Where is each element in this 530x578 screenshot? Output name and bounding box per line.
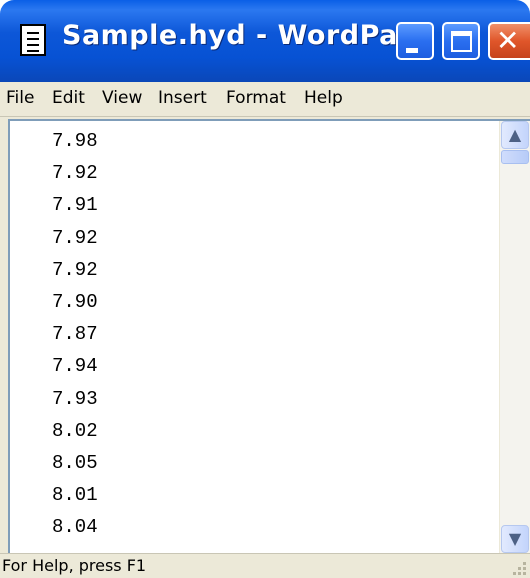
text-line: 7.92 xyxy=(52,162,98,185)
vertical-scrollbar[interactable]: ▲ ▼ xyxy=(499,121,530,553)
menu-edit[interactable]: Edit xyxy=(52,88,85,108)
text-line: 7.87 xyxy=(52,323,98,346)
text-line: 7.93 xyxy=(52,387,98,410)
close-button[interactable]: ✕ xyxy=(488,22,530,60)
menu-bar: File Edit View Insert Format Help xyxy=(0,82,530,117)
maximize-button[interactable] xyxy=(442,22,480,60)
scroll-up-button[interactable]: ▲ xyxy=(501,121,529,149)
minimize-button[interactable] xyxy=(396,22,434,60)
document-text-area[interactable]: 7.98 7.92 7.91 7.92 7.92 7.90 7.87 7.94 … xyxy=(8,119,530,553)
text-line: 8.02 xyxy=(52,419,98,442)
menu-insert[interactable]: Insert xyxy=(158,88,207,108)
window-title: Sample.hyd - WordPad xyxy=(62,20,418,51)
title-bar[interactable]: Sample.hyd - WordPad ✕ xyxy=(0,0,530,82)
text-line: 7.90 xyxy=(52,290,98,313)
status-text: For Help, press F1 xyxy=(2,556,147,575)
resize-grip-icon[interactable] xyxy=(512,561,526,575)
scroll-down-button[interactable]: ▼ xyxy=(501,525,529,553)
menu-format[interactable]: Format xyxy=(226,88,286,108)
minimize-icon xyxy=(406,48,418,53)
text-line: 7.94 xyxy=(52,355,98,378)
text-line: 7.92 xyxy=(52,226,98,249)
text-line: 7.91 xyxy=(52,194,98,217)
scroll-thumb[interactable] xyxy=(501,150,529,164)
client-area: 7.98 7.92 7.91 7.92 7.92 7.90 7.87 7.94 … xyxy=(0,117,530,553)
menu-help[interactable]: Help xyxy=(304,88,343,108)
text-line: 8.05 xyxy=(52,451,98,474)
text-line: 7.98 xyxy=(52,130,98,152)
maximize-icon xyxy=(451,31,472,52)
text-line: 8.04 xyxy=(52,516,98,539)
menu-view[interactable]: View xyxy=(102,88,142,108)
document-lines: 7.98 7.92 7.91 7.92 7.92 7.90 7.87 7.94 … xyxy=(52,125,98,543)
chevron-down-icon: ▼ xyxy=(508,529,522,548)
status-bar: For Help, press F1 xyxy=(0,553,530,578)
wordpad-document-icon[interactable] xyxy=(20,24,46,56)
wordpad-window: Sample.hyd - WordPad ✕ File Edit View In… xyxy=(0,0,530,578)
menu-file[interactable]: File xyxy=(6,88,34,108)
text-line: 7.92 xyxy=(52,258,98,281)
chevron-up-icon: ▲ xyxy=(508,125,522,144)
close-icon: ✕ xyxy=(496,24,520,57)
text-line: 8.01 xyxy=(52,484,98,507)
